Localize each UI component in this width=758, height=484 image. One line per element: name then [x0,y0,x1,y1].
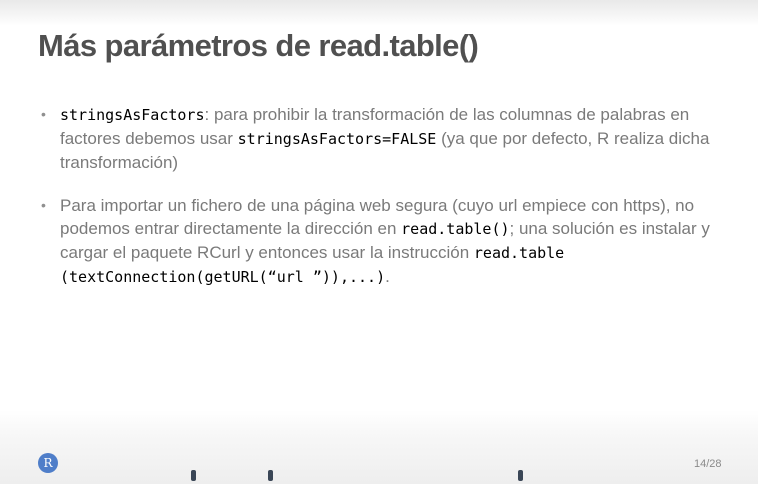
slide-title: Más parámetros de read.table() [38,28,479,63]
bullet-list: • stringsAsFactors: para prohibir la tra… [40,103,730,289]
progress-tick[interactable] [191,470,196,481]
progress-tick[interactable] [268,470,273,481]
code-strings-as-factors-false: stringsAsFactors=FALSE [237,130,437,148]
code-strings-as-factors: stringsAsFactors [60,106,205,124]
bullet-item-strings-as-factors: • stringsAsFactors: para prohibir la tra… [40,103,730,174]
bullet-text: . [385,267,390,286]
bullet-dot-icon: • [41,197,46,213]
bullet-dot-icon: • [41,106,46,122]
slide: Más parámetros de read.table() • strings… [0,0,758,484]
top-shade [0,0,758,26]
bullet-item-https-import: • Para importar un fichero de una página… [40,194,730,289]
code-read-table: read.table() [401,220,510,238]
page-indicator: 14/28 [694,458,722,470]
progress-tick[interactable] [518,470,523,481]
presentation-progress-bar[interactable] [0,470,758,481]
